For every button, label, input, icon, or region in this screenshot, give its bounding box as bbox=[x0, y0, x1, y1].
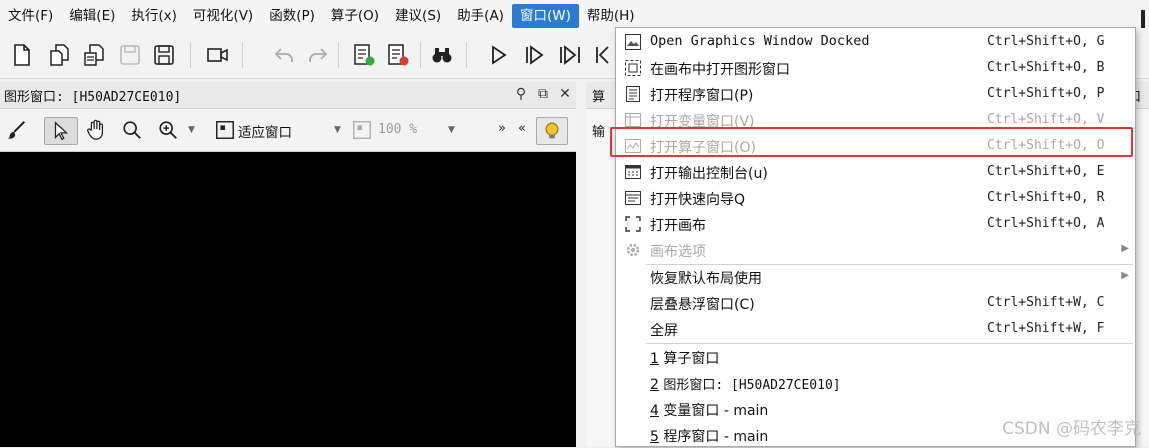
redo-icon[interactable] bbox=[304, 41, 332, 69]
menu-item-open-graphics-canvas[interactable]: 在画布中打开图形窗口 Ctrl+Shift+O, B bbox=[616, 55, 1135, 81]
menu-item-canvas-options[interactable]: 画布选项 ▶ bbox=[616, 237, 1135, 263]
menu-item-open-program-window[interactable]: 打开程序窗口(P) Ctrl+Shift+O, P bbox=[616, 81, 1135, 107]
menu-item-window-2[interactable]: 2 图形窗口: [H50AD27CE010] bbox=[616, 370, 1135, 396]
hand-pan-icon[interactable] bbox=[82, 117, 110, 143]
fit-window-label[interactable]: 适应窗口 bbox=[238, 121, 292, 141]
magnifier-icon[interactable] bbox=[118, 117, 146, 143]
graphics-window-titlebar: 图形窗口: [H50AD27CE010] ⚲ ⧉ ✕ bbox=[0, 82, 576, 109]
zoom-level-icon bbox=[350, 117, 374, 143]
step-run-icon[interactable] bbox=[520, 41, 548, 69]
menu-item-open-graphics-docked[interactable]: Open Graphics Window Docked Ctrl+Shift+O… bbox=[616, 29, 1135, 55]
graphics-window-toolbar: ▼ 适应窗口 ▼ 100 % ▼ » « bbox=[0, 109, 576, 152]
zoom-level-caret[interactable]: ▼ bbox=[448, 125, 455, 135]
pointer-icon[interactable] bbox=[44, 117, 78, 145]
menu-item-open-output-console[interactable]: 打开输出控制台(u) Ctrl+Shift+O, E bbox=[616, 159, 1135, 185]
toolbar-separator bbox=[190, 42, 191, 68]
expand-right-icon[interactable]: » bbox=[498, 121, 506, 136]
operator-input-label: 输 bbox=[592, 125, 606, 140]
menu-execute[interactable]: 执行(x) bbox=[123, 4, 185, 28]
undo-icon[interactable] bbox=[270, 41, 298, 69]
window-edge-marker bbox=[1141, 10, 1145, 28]
close-icon[interactable]: ✕ bbox=[556, 85, 574, 103]
submenu-arrow-icon: ▶ bbox=[1121, 243, 1129, 254]
zoom-dropdown-caret[interactable]: ▼ bbox=[188, 125, 195, 135]
menu-operators[interactable]: 算子(O) bbox=[323, 4, 387, 28]
canvas-graphics-icon bbox=[624, 59, 642, 77]
zoom-in-icon[interactable] bbox=[154, 117, 182, 143]
binoculars-icon[interactable] bbox=[428, 41, 456, 69]
canvas-icon bbox=[624, 215, 642, 233]
menu-window[interactable]: 窗口(W) bbox=[511, 4, 579, 28]
menu-suggestions[interactable]: 建议(S) bbox=[387, 4, 449, 28]
menu-item-open-quick-guide[interactable]: 打开快速向导Q Ctrl+Shift+O, R bbox=[616, 185, 1135, 211]
toolbar-separator bbox=[420, 42, 421, 68]
menu-file[interactable]: 文件(F) bbox=[0, 4, 61, 28]
toolbar-separator bbox=[242, 42, 243, 68]
expand-left-icon[interactable]: « bbox=[518, 121, 526, 136]
menu-functions[interactable]: 函数(P) bbox=[261, 4, 323, 28]
save-disabled-icon[interactable] bbox=[116, 41, 144, 69]
program-check-icon[interactable] bbox=[350, 41, 378, 69]
graphics-canvas[interactable] bbox=[0, 152, 576, 447]
watermark: CSDN @码农李克 bbox=[1002, 419, 1141, 439]
program-stop-icon[interactable] bbox=[384, 41, 412, 69]
pin-icon[interactable]: ⚲ bbox=[512, 85, 530, 103]
step-back-icon[interactable] bbox=[590, 41, 618, 69]
brush-icon[interactable] bbox=[4, 117, 30, 143]
lightbulb-icon[interactable] bbox=[536, 117, 568, 145]
menu-item-window-1[interactable]: 1 算子窗口 bbox=[616, 344, 1135, 370]
step-over-icon[interactable] bbox=[556, 41, 584, 69]
open-file-icon[interactable] bbox=[46, 41, 74, 69]
video-camera-icon[interactable] bbox=[204, 41, 232, 69]
open-program-icon[interactable] bbox=[80, 41, 108, 69]
menu-item-open-canvas[interactable]: 打开画布 Ctrl+Shift+O, A bbox=[616, 211, 1135, 237]
fit-window-icon[interactable] bbox=[212, 117, 238, 143]
quick-guide-icon bbox=[624, 189, 642, 207]
fit-dropdown-caret[interactable]: ▼ bbox=[334, 125, 341, 135]
graphics-window-icon bbox=[624, 33, 642, 51]
menu-item-restore-default-layout[interactable]: 恢复默认布局使用 ▶ bbox=[616, 264, 1135, 290]
menu-item-fullscreen[interactable]: 全屏 Ctrl+Shift+W, F bbox=[616, 316, 1135, 342]
menu-visualize[interactable]: 可视化(V) bbox=[185, 4, 261, 28]
gear-icon bbox=[624, 241, 642, 259]
program-window-icon bbox=[624, 85, 642, 103]
save-all-icon[interactable] bbox=[150, 41, 178, 69]
float-window-icon[interactable]: ⧉ bbox=[534, 85, 552, 103]
graphics-window-title: 图形窗口: [H50AD27CE010] bbox=[4, 90, 182, 105]
new-file-icon[interactable] bbox=[8, 41, 36, 69]
menu-assistants[interactable]: 助手(A) bbox=[449, 4, 512, 28]
toolbar-separator bbox=[466, 42, 467, 68]
highlight-box bbox=[610, 127, 1133, 157]
menu-help[interactable]: 帮助(H) bbox=[579, 4, 643, 28]
console-icon bbox=[624, 163, 642, 181]
menu-item-cascade-floating[interactable]: 层叠悬浮窗口(C) Ctrl+Shift+W, C bbox=[616, 290, 1135, 316]
window-menu-dropdown: Open Graphics Window Docked Ctrl+Shift+O… bbox=[615, 27, 1136, 447]
submenu-arrow-icon: ▶ bbox=[1121, 270, 1129, 281]
toolbar-separator bbox=[338, 42, 339, 68]
menu-edit[interactable]: 编辑(E) bbox=[61, 4, 123, 28]
run-icon[interactable] bbox=[484, 41, 512, 69]
zoom-level-label[interactable]: 100 % bbox=[378, 122, 417, 137]
operator-panel-title: 算 bbox=[592, 90, 606, 105]
